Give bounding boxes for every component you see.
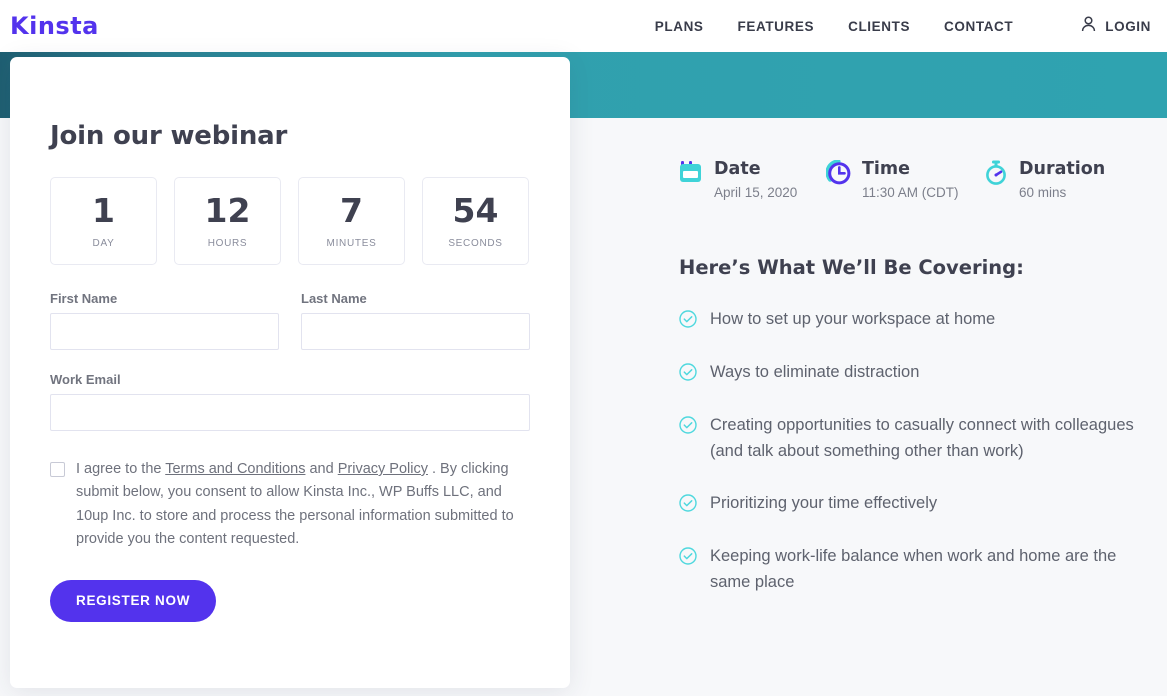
list-item-label: Ways to eliminate distraction (710, 363, 920, 382)
terms-and-conditions-link[interactable]: Terms and Conditions (165, 461, 305, 477)
nav-links: PLANS FEATURES CLIENTS CONTACT LOGIN (655, 15, 1151, 37)
list-item: Prioritizing your time effectively (679, 491, 1139, 517)
last-name-input[interactable] (301, 313, 530, 350)
countdown-value: 1 (92, 190, 115, 230)
webinar-date-value: April 15, 2020 (714, 185, 798, 201)
nav-link-plans[interactable]: PLANS (655, 19, 704, 34)
covering-heading: Here’s What We’ll Be Covering: (679, 256, 1024, 280)
work-email-input[interactable] (50, 394, 530, 431)
nav-link-clients[interactable]: CLIENTS (848, 19, 910, 34)
webinar-meta-row: Date April 15, 2020 Time 11:30 AM (CDT) (679, 159, 1149, 201)
webinar-landing-page: Kinsta PLANS FEATURES CLIENTS CONTACT LO… (0, 0, 1167, 696)
check-circle-icon (679, 416, 697, 464)
list-item: Creating opportunities to casually conne… (679, 413, 1139, 464)
work-email-group: Work Email (50, 372, 530, 431)
webinar-duration-value: 60 mins (1019, 185, 1067, 201)
countdown-box-minutes: 7 MINUTES (298, 177, 405, 265)
user-icon (1081, 15, 1096, 37)
list-item: Ways to eliminate distraction (679, 360, 1139, 386)
consent-text-part1: I agree to the (76, 461, 166, 477)
countdown-label: HOURS (207, 237, 248, 249)
registration-card: Join our webinar 1 DAY 12 HOURS 7 MINUTE… (10, 57, 570, 688)
webinar-time-item: Time 11:30 AM (CDT) (825, 159, 984, 201)
webinar-time-value: 11:30 AM (CDT) (862, 185, 959, 201)
webinar-duration-text: Duration 60 mins (1019, 159, 1106, 201)
covering-list: How to set up your workspace at home Way… (679, 307, 1149, 595)
countdown-value: 7 (340, 190, 363, 230)
privacy-policy-link[interactable]: Privacy Policy (338, 461, 428, 477)
check-circle-icon (679, 363, 697, 386)
last-name-group: Last Name (301, 291, 530, 350)
countdown-box-seconds: 54 SECONDS (422, 177, 529, 265)
stopwatch-icon (984, 160, 1008, 200)
countdown-value: 54 (452, 190, 499, 230)
list-item-label: How to set up your workspace at home (710, 310, 996, 329)
calendar-icon (679, 160, 703, 200)
consent-text-part2: and (305, 461, 338, 477)
list-item-label: Keeping work-life balance when work and … (710, 547, 1117, 591)
nav-link-contact[interactable]: CONTACT (944, 19, 1013, 34)
webinar-date-text: Date April 15, 2020 (714, 159, 798, 201)
first-name-label: First Name (50, 291, 118, 306)
countdown-label: MINUTES (326, 237, 377, 249)
nav-link-features[interactable]: FEATURES (738, 19, 815, 34)
list-item-label: Prioritizing your time effectively (710, 494, 938, 513)
countdown-value: 12 (204, 190, 251, 230)
consent-checkbox[interactable] (50, 462, 65, 477)
last-name-label: Last Name (301, 291, 367, 306)
consent-text: I agree to the Terms and Conditions and … (76, 458, 530, 552)
webinar-duration-item: Duration 60 mins (984, 159, 1106, 201)
kinsta-logo[interactable]: Kinsta (10, 12, 99, 40)
name-row: First Name Last Name (50, 291, 530, 350)
webinar-duration-title: Duration (1019, 159, 1106, 179)
check-circle-icon (679, 547, 697, 595)
list-item: Keeping work-life balance when work and … (679, 544, 1139, 595)
list-item-label: Creating opportunities to casually conne… (710, 416, 1134, 460)
check-circle-icon (679, 310, 697, 333)
countdown-label: SECONDS (448, 237, 503, 249)
login-button[interactable]: LOGIN (1081, 15, 1151, 37)
consent-row: I agree to the Terms and Conditions and … (50, 458, 530, 552)
list-item: How to set up your workspace at home (679, 307, 1139, 333)
webinar-date-title: Date (714, 159, 761, 179)
countdown-box-days: 1 DAY (50, 177, 157, 265)
webinar-date-item: Date April 15, 2020 (679, 159, 826, 201)
first-name-input[interactable] (50, 313, 279, 350)
top-navigation-bar: Kinsta PLANS FEATURES CLIENTS CONTACT LO… (0, 0, 1167, 52)
webinar-time-text: Time 11:30 AM (CDT) (862, 159, 959, 201)
countdown-label: DAY (92, 237, 115, 249)
webinar-time-title: Time (862, 159, 911, 179)
check-circle-icon (679, 494, 697, 517)
card-title: Join our webinar (50, 121, 288, 151)
registration-form: First Name Last Name Work Email I agree … (50, 291, 530, 622)
countdown-timer: 1 DAY 12 HOURS 7 MINUTES 54 SECONDS (50, 177, 530, 265)
work-email-label: Work Email (50, 372, 121, 387)
countdown-box-hours: 12 HOURS (174, 177, 281, 265)
login-label: LOGIN (1105, 18, 1151, 34)
clock-icon (825, 159, 851, 200)
first-name-group: First Name (50, 291, 279, 350)
register-now-button[interactable]: REGISTER NOW (50, 579, 217, 622)
webinar-details-column: Date April 15, 2020 Time 11:30 AM (CDT) (679, 159, 1149, 623)
